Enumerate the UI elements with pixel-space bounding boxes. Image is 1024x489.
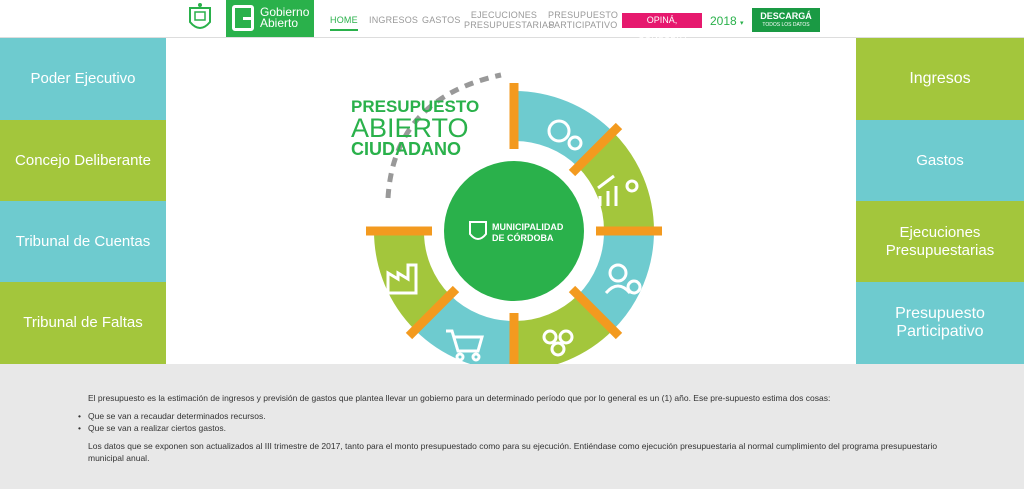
nav-ejecuciones-l1: EJECUCIONES xyxy=(470,10,538,20)
nav-gastos[interactable]: GASTOS xyxy=(422,15,461,25)
opina-consulta-button[interactable]: OPINÁ, CONSULTÁ xyxy=(622,13,702,40)
download-all-data-button[interactable]: DESCARGÁ TODOS LOS DATOS xyxy=(752,8,820,32)
tile-tribunal-faltas[interactable]: Tribunal de Faltas xyxy=(0,282,166,364)
download-label: DESCARGÁ xyxy=(760,11,812,21)
bullet-list: Que se van a recaudar determinados recur… xyxy=(78,410,948,434)
nav-ejecuciones[interactable]: EJECUCIONES PRESUPUESTARIAS xyxy=(464,10,554,30)
download-sublabel: TODOS LOS DATOS xyxy=(762,22,810,28)
tile-ejecuciones-l1: Ejecuciones xyxy=(899,223,981,241)
g-logo-icon xyxy=(232,5,254,31)
caret-down-icon: ▾ xyxy=(740,20,744,27)
nav-ingresos[interactable]: INGRESOS xyxy=(369,15,418,25)
intro-text: El presupuesto es la estimación de ingre… xyxy=(88,393,831,403)
nav-ejecuciones-l2: PRESUPUESTARIAS xyxy=(464,20,555,30)
city-crest-icon xyxy=(189,3,211,29)
tile-ejecuciones[interactable]: Ejecuciones Presupuestarias xyxy=(856,201,1024,282)
hero-panel: MUNICIPALIDAD DE CÓRDOBA PRESUPUESTO ABI… xyxy=(166,38,856,379)
nav-presupuesto-l1: PRESUPUESTO xyxy=(548,10,619,20)
tile-ingresos[interactable]: Ingresos xyxy=(856,38,1024,120)
hero-title-l3: CIUDADANO xyxy=(351,139,461,159)
year-selector[interactable]: 2018 ▾ xyxy=(710,14,744,28)
nav-presupuesto-l2: PARTICIPATIVO xyxy=(548,20,618,30)
tile-poder-ejecutivo[interactable]: Poder Ejecutivo xyxy=(0,38,166,120)
tile-ejecuciones-l2: Presupuestarias xyxy=(885,241,995,259)
muni-label-l1: MUNICIPALIDAD xyxy=(492,222,564,232)
muni-label-l2: DE CÓRDOBA xyxy=(492,232,554,243)
year-value: 2018 xyxy=(710,14,737,28)
tile-tribunal-cuentas[interactable]: Tribunal de Cuentas xyxy=(0,201,166,282)
top-navbar: Gobierno Abierto HOME INGRESOS GASTOS EJE… xyxy=(0,0,1024,40)
info-section: El presupuesto es la estimación de ingre… xyxy=(0,364,1024,489)
tile-presupuesto-participativo[interactable]: Presupuesto Participativo xyxy=(856,282,1024,364)
tile-participativo-l2: Participativo xyxy=(896,323,984,340)
budget-cycle-graphic: MUNICIPALIDAD DE CÓRDOBA PRESUPUESTO ABI… xyxy=(351,72,662,379)
nav-presupuesto-participativo[interactable]: PRESUPUESTO PARTICIPATIVO xyxy=(548,10,618,30)
tile-concejo-deliberante[interactable]: Concejo Deliberante xyxy=(0,120,166,201)
tile-participativo-l1: Presupuesto xyxy=(895,305,985,322)
list-item: Que se van a recaudar determinados recur… xyxy=(78,410,948,422)
gobierno-abierto-logo[interactable]: Gobierno Abierto xyxy=(226,0,314,37)
logo-line2: Abierto xyxy=(260,16,299,30)
data-note-text: Los datos que se exponen son actualizado… xyxy=(88,441,938,463)
list-item: Que se van a realizar ciertos gastos. xyxy=(78,422,948,434)
tile-gastos[interactable]: Gastos xyxy=(856,120,1024,201)
nav-home[interactable]: HOME xyxy=(330,15,358,31)
